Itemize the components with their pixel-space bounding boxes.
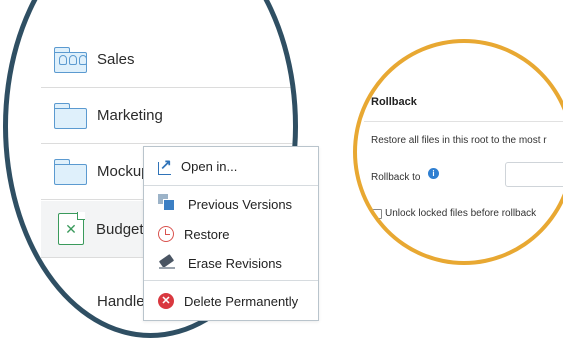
list-item[interactable]: Sales [41, 31, 293, 88]
menu-item-label: Previous Versions [188, 196, 293, 212]
rollback-to-field[interactable] [505, 162, 563, 187]
file-name: Marketing [97, 106, 163, 124]
restore-clock-icon [158, 226, 174, 242]
divider [364, 121, 563, 122]
context-menu: Open in... Previous Versions Restore Era… [143, 146, 319, 321]
file-name: Mockup [97, 162, 150, 180]
file-name: Handle [97, 292, 145, 310]
file-name: Sales [97, 50, 135, 68]
excel-file-icon: ✕ [58, 212, 85, 245]
list-item[interactable]: Marketing [41, 87, 293, 144]
menu-item-label: Erase Revisions [188, 255, 282, 271]
menu-item-label: Restore [184, 226, 230, 242]
folder-icon [54, 158, 87, 185]
rollback-to-label: Rollback to [371, 172, 421, 183]
menu-item-label: Delete Permanently [184, 293, 299, 309]
menu-item-erase-revisions[interactable]: Erase Revisions [144, 250, 318, 276]
menu-item-open-in[interactable]: Open in... [144, 153, 318, 179]
rollback-title: Rollback [371, 96, 417, 108]
rollback-description: Restore all files in this root to the mo… [371, 135, 547, 146]
menu-divider [144, 185, 318, 186]
file-name: Budget [96, 220, 144, 238]
folder-icon [54, 102, 87, 129]
menu-item-delete-permanently[interactable]: ✕ Delete Permanently [144, 288, 318, 314]
shared-folder-icon [54, 46, 87, 73]
versions-icon [158, 194, 178, 214]
unlock-label: Unlock locked files before rollback [385, 208, 537, 219]
rollback-magnifier: Rollback Restore all files in this root … [353, 39, 563, 265]
delete-icon: ✕ [158, 293, 174, 309]
menu-item-previous-versions[interactable]: Previous Versions [144, 191, 318, 217]
menu-divider [144, 280, 318, 281]
info-icon[interactable]: i [428, 168, 439, 179]
menu-item-restore[interactable]: Restore [144, 221, 318, 247]
eraser-icon [158, 253, 178, 273]
open-external-icon [158, 156, 172, 175]
unlock-checkbox[interactable] [372, 209, 382, 219]
menu-item-label: Open in... [181, 158, 238, 174]
